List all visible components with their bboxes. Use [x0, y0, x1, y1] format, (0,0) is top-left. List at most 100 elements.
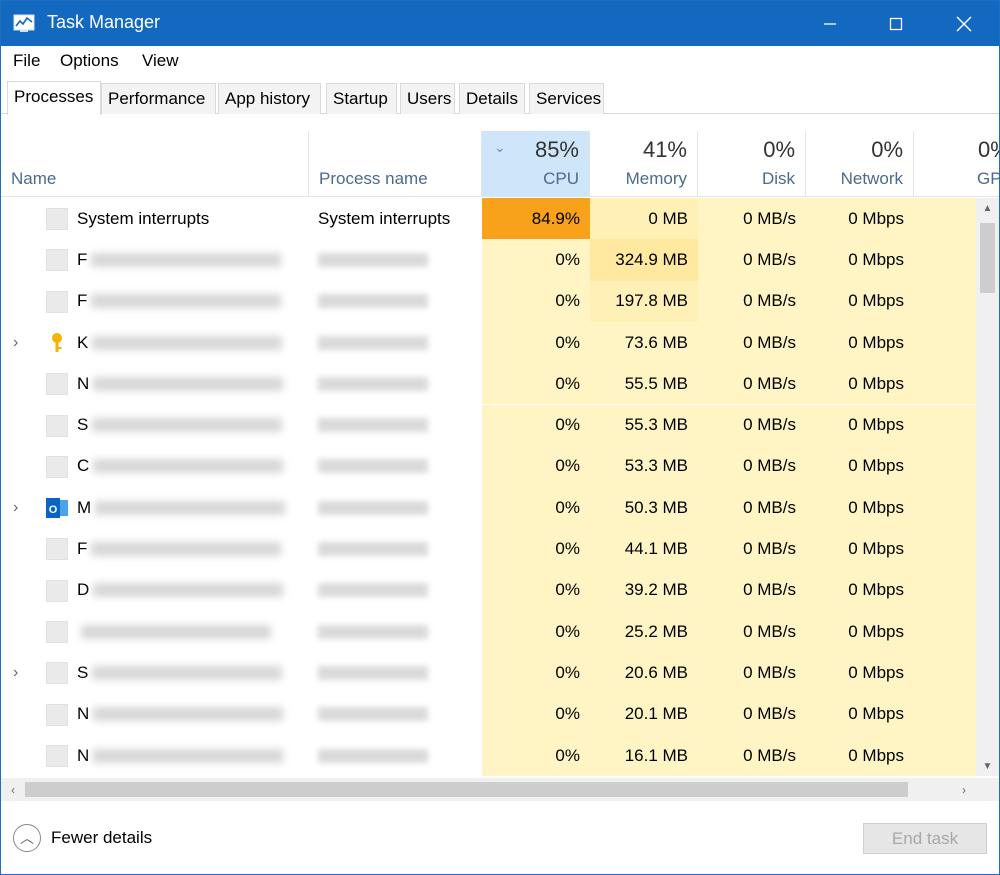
column-header-memory[interactable]: 41% Memory: [590, 131, 698, 197]
redacted-process-name: [318, 252, 428, 267]
network-cell: 0 Mbps: [806, 321, 914, 364]
tab-performance[interactable]: Performance: [101, 83, 216, 114]
process-name-initial: M: [77, 497, 92, 517]
process-name-cell: D: [77, 570, 284, 611]
process-row[interactable]: N 0% 16.1 MB 0 MB/s 0 Mbps: [1, 734, 976, 776]
tab-app-history[interactable]: App history: [218, 83, 321, 114]
column-label-cpu: CPU: [543, 169, 579, 188]
cpu-cell: 0%: [482, 280, 590, 322]
process-row[interactable]: 0% 25.2 MB 0 MB/s 0 Mbps: [1, 611, 976, 653]
menu-view[interactable]: View: [142, 51, 179, 71]
vertical-scroll-thumb[interactable]: [980, 223, 995, 293]
close-button[interactable]: [931, 1, 997, 46]
column-header-process-name[interactable]: Process name: [309, 131, 482, 197]
memory-cell: 25.2 MB: [590, 611, 698, 653]
process-row[interactable]: › S 0% 20.6 MB 0 MB/s 0 Mbps: [1, 652, 976, 694]
process-executable-cell: System interrupts: [318, 208, 451, 228]
process-executable-cell: [318, 735, 428, 776]
memory-cell: 53.3 MB: [590, 445, 698, 488]
process-row[interactable]: F 0% 324.9 MB 0 MB/s 0 Mbps: [1, 239, 976, 281]
expand-chevron-icon[interactable]: ›: [13, 652, 27, 693]
redacted-name: [93, 376, 284, 391]
process-executable-cell: [318, 611, 428, 652]
gpu-cell: [914, 611, 976, 653]
title-bar[interactable]: Task Manager: [1, 1, 999, 46]
column-header-name[interactable]: Name: [1, 131, 309, 197]
scrollbar-corner: [976, 778, 999, 801]
disk-cell: 0 MB/s: [698, 693, 806, 735]
sort-descending-icon: ⌄: [494, 139, 506, 155]
process-executable-cell: [318, 322, 428, 363]
process-row[interactable]: F 0% 44.1 MB 0 MB/s 0 Mbps: [1, 528, 976, 570]
column-header-gpu[interactable]: 0% GP: [914, 131, 999, 197]
redacted-process-name: [318, 748, 428, 763]
column-header-network[interactable]: 0% Network: [806, 131, 914, 197]
tab-details[interactable]: Details: [459, 83, 525, 114]
redacted-process-name: [318, 294, 428, 309]
redacted-process-name: [318, 624, 428, 639]
memory-cell: 44.1 MB: [590, 528, 698, 570]
process-row[interactable]: N 0% 55.5 MB 0 MB/s 0 Mbps: [1, 363, 976, 405]
expand-chevron-icon[interactable]: ›: [13, 487, 27, 528]
process-row[interactable]: › O M 0% 50.3 MB 0 MB/s 0 Mbps: [1, 487, 976, 529]
redacted-process-name: [318, 542, 428, 557]
process-name-cell: C: [77, 446, 284, 487]
expand-chevron-icon[interactable]: ›: [13, 322, 27, 363]
maximize-button[interactable]: [863, 1, 929, 46]
redacted-name: [91, 294, 282, 309]
scroll-left-icon[interactable]: ‹: [3, 778, 23, 801]
process-name-initial: F: [77, 249, 88, 269]
column-header-disk[interactable]: 0% Disk: [698, 131, 806, 197]
disk-cell: 0 MB/s: [698, 652, 806, 694]
gpu-cell: [914, 280, 976, 322]
tab-startup[interactable]: Startup: [326, 83, 397, 114]
cpu-cell: 0%: [482, 363, 590, 405]
redacted-process-name: [318, 665, 428, 680]
memory-cell: 0 MB: [590, 198, 698, 240]
process-row[interactable]: N 0% 20.1 MB 0 MB/s 0 Mbps: [1, 693, 976, 735]
process-row[interactable]: › K 0% 73.6 MB 0 MB/s 0 Mbps: [1, 321, 976, 364]
tab-processes[interactable]: Processes: [7, 81, 101, 115]
cpu-cell: 0%: [482, 652, 590, 694]
end-task-button[interactable]: End task: [863, 823, 987, 854]
fewer-details-button[interactable]: ︿ Fewer details: [13, 823, 152, 853]
process-name-initial: K: [77, 332, 89, 352]
key-icon: [52, 332, 62, 352]
cpu-cell: 0%: [482, 734, 590, 776]
process-row[interactable]: System interrupts System interrupts 84.9% 0…: [1, 198, 976, 240]
disk-cell: 0 MB/s: [698, 280, 806, 322]
network-cell: 0 Mbps: [806, 404, 914, 446]
scroll-down-icon[interactable]: ▼: [976, 756, 999, 776]
horizontal-scrollbar[interactable]: ‹ ›: [1, 778, 976, 801]
default-process-icon: [46, 208, 68, 230]
minimize-button[interactable]: [797, 1, 863, 46]
process-row[interactable]: C 0% 53.3 MB 0 MB/s 0 Mbps: [1, 445, 976, 488]
tab-users[interactable]: Users: [400, 83, 455, 114]
process-name-cell: N: [77, 694, 284, 735]
process-name-initial: N: [77, 745, 90, 765]
gpu-total-percent: 0%: [978, 137, 999, 162]
gpu-cell: [914, 528, 976, 570]
tab-services[interactable]: Services: [529, 83, 604, 114]
default-process-icon: [46, 414, 68, 437]
process-executable-cell: [318, 363, 428, 404]
menu-file[interactable]: File: [13, 51, 40, 71]
network-cell: 0 Mbps: [806, 198, 914, 240]
disk-cell: 0 MB/s: [698, 528, 806, 570]
process-executable-cell: [318, 652, 428, 693]
process-name-cell: N: [77, 363, 284, 404]
horizontal-scroll-thumb[interactable]: [25, 782, 908, 797]
scroll-right-icon[interactable]: ›: [954, 778, 974, 801]
disk-cell: 0 MB/s: [698, 363, 806, 405]
process-row[interactable]: F 0% 197.8 MB 0 MB/s 0 Mbps: [1, 280, 976, 322]
process-name-initial: D: [77, 580, 90, 600]
menu-options[interactable]: Options: [60, 51, 119, 71]
task-manager-window: Task Manager File Options View Processes…: [0, 0, 1000, 875]
column-header-cpu[interactable]: ⌄ 85% CPU: [482, 131, 590, 197]
scroll-up-icon[interactable]: ▲: [976, 198, 999, 218]
process-row[interactable]: S 0% 55.3 MB 0 MB/s 0 Mbps: [1, 404, 976, 446]
vertical-scrollbar[interactable]: ▲ ▼: [976, 198, 999, 776]
window-title: Task Manager: [47, 12, 161, 32]
disk-cell: 0 MB/s: [698, 321, 806, 364]
process-row[interactable]: D 0% 39.2 MB 0 MB/s 0 Mbps: [1, 569, 976, 611]
